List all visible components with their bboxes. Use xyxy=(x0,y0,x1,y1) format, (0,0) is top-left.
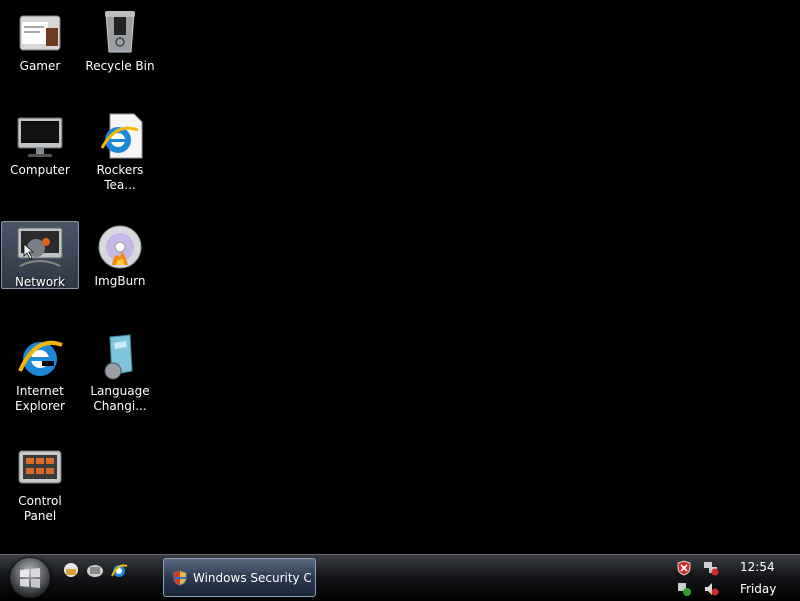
desktop: Gamer Recycle Bin Computer Rockers Tea..… xyxy=(0,0,800,554)
desktop-icon-gamer[interactable]: Gamer xyxy=(1,6,79,74)
desktop-icon-label: Computer xyxy=(10,163,70,177)
desktop-icon-computer[interactable]: Computer xyxy=(1,110,79,178)
control-panel-icon xyxy=(16,443,64,491)
imgburn-disc-icon xyxy=(96,223,144,271)
network-disconnected-icon[interactable] xyxy=(703,560,719,576)
show-desktop-icon[interactable] xyxy=(62,561,80,579)
updates-icon[interactable] xyxy=(676,581,692,597)
desktop-icon-label: ImgBurn xyxy=(94,274,146,288)
taskbar-button-windows-security-center[interactable]: Windows Security C... xyxy=(163,558,316,597)
desktop-icon-control-panel[interactable]: Control Panel xyxy=(1,441,79,523)
internet-explorer-icon[interactable] xyxy=(110,561,128,579)
desktop-icon-label: Control Panel xyxy=(18,494,62,523)
desktop-icon-language-changing[interactable]: Language Changi... xyxy=(81,331,159,413)
desktop-icon-rockers-team[interactable]: Rockers Tea... xyxy=(81,110,159,192)
switch-windows-icon[interactable] xyxy=(86,561,104,579)
desktop-icon-label: Gamer xyxy=(19,59,61,73)
desktop-icon-network[interactable]: Network xyxy=(1,221,79,289)
gamer-folder-icon xyxy=(16,8,64,56)
volume-muted-icon[interactable] xyxy=(703,581,719,597)
security-shield-icon xyxy=(173,569,187,586)
clock-time[interactable]: 12:54 xyxy=(740,560,775,574)
language-pack-icon xyxy=(96,333,144,381)
desktop-icon-imgburn[interactable]: ImgBurn xyxy=(81,221,159,289)
start-button[interactable] xyxy=(10,558,50,598)
taskbar-button-label: Windows Security C... xyxy=(193,570,311,585)
recycle-bin-icon xyxy=(96,8,144,56)
desktop-icon-recycle-bin[interactable]: Recycle Bin xyxy=(81,6,159,74)
desktop-icon-internet-explorer[interactable]: Internet Explorer xyxy=(1,331,79,413)
windows-logo-icon xyxy=(20,568,40,588)
desktop-icon-label: Recycle Bin xyxy=(85,59,155,73)
security-alert-icon[interactable] xyxy=(676,560,692,576)
internet-explorer-icon xyxy=(16,333,64,381)
network-icon xyxy=(16,224,64,272)
desktop-icon-label: Network xyxy=(14,275,66,289)
clock-day[interactable]: Friday xyxy=(740,582,776,596)
desktop-icon-label: Internet Explorer xyxy=(15,384,65,413)
internet-shortcut-icon xyxy=(96,112,144,160)
taskbar: Windows Security C... 12:54 Friday xyxy=(0,554,800,601)
desktop-icon-label: Rockers Tea... xyxy=(96,163,144,192)
desktop-icon-label: Language Changi... xyxy=(90,384,150,413)
computer-icon xyxy=(16,112,64,160)
